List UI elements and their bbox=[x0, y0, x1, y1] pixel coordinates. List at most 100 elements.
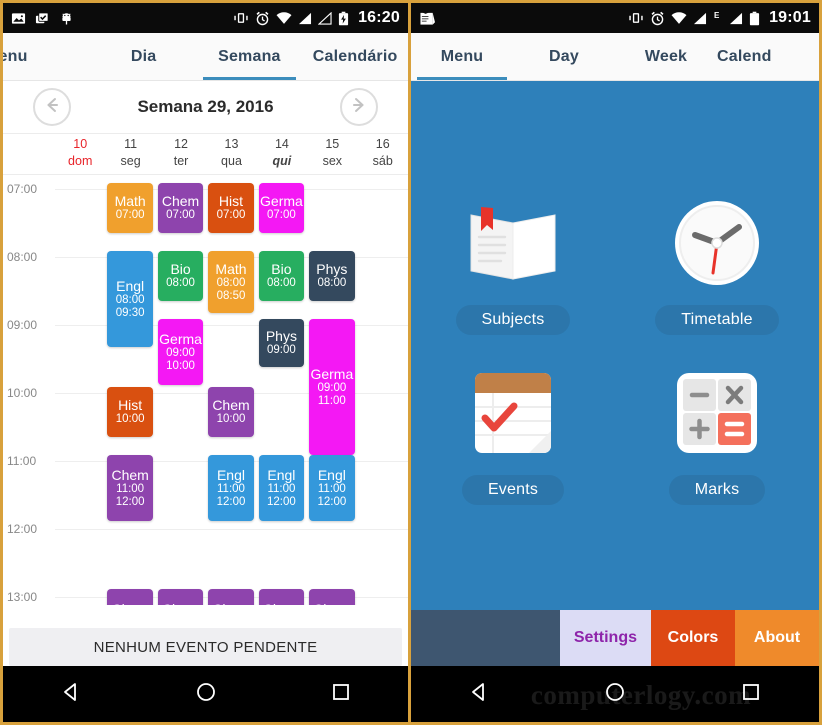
timetable-event[interactable]: Germa 09:00 10:00 bbox=[157, 319, 204, 385]
menu-tile-events[interactable]: Events bbox=[433, 361, 593, 505]
timetable-event[interactable]: Bio 08:00 bbox=[157, 251, 204, 301]
next-week-button[interactable] bbox=[340, 88, 378, 126]
timetable-event[interactable]: Engl 11:00 12:00 bbox=[208, 455, 254, 521]
tab-semana[interactable]: Semana bbox=[197, 33, 303, 80]
day-header-sex[interactable]: 15 sex bbox=[307, 134, 357, 174]
event-title: Germa bbox=[310, 365, 354, 382]
previous-week-button[interactable] bbox=[33, 88, 71, 126]
tab-dia[interactable]: Dia bbox=[91, 33, 197, 80]
nav-recents-button[interactable] bbox=[313, 674, 369, 714]
tab-calendario[interactable]: Calendário bbox=[302, 33, 408, 80]
event-end-time: 12:00 bbox=[317, 496, 347, 509]
tab-calendario-label: Calendário bbox=[312, 47, 398, 65]
timetable-event[interactable]: Chem bbox=[309, 589, 355, 605]
event-title: Engl bbox=[267, 466, 296, 483]
event-end-time: 09:30 bbox=[115, 307, 145, 320]
event-title: Hist bbox=[218, 193, 244, 210]
day-number: 14 bbox=[274, 137, 289, 151]
timetable-event[interactable]: Chem bbox=[157, 589, 204, 605]
timetable-event[interactable]: Phys 08:00 bbox=[309, 251, 355, 301]
event-start-time: 11:00 bbox=[317, 482, 346, 495]
event-title: Germa bbox=[159, 330, 202, 347]
day-header-dom[interactable]: 10 dom bbox=[55, 134, 105, 174]
tab-day-label: Day bbox=[549, 47, 579, 65]
timetable-event[interactable]: Chem 11:00 12:00 bbox=[107, 455, 153, 521]
nav-recents-button[interactable] bbox=[723, 674, 779, 714]
nav-home-button[interactable] bbox=[587, 674, 643, 714]
event-title: Bio bbox=[271, 261, 292, 278]
hour-label: 09:00 bbox=[7, 318, 38, 332]
tab-menu[interactable]: Menu bbox=[411, 33, 513, 80]
timetable-event[interactable]: Hist 10:00 bbox=[107, 387, 153, 437]
pending-events-notice[interactable]: NENHUM EVENTO PENDENTE bbox=[9, 628, 402, 666]
timetable-event[interactable]: Phys 09:00 bbox=[258, 319, 305, 367]
vibrate-icon bbox=[233, 11, 249, 25]
tab-semana-label: Semana bbox=[218, 47, 281, 65]
timetable-event[interactable]: Chem 07:00 bbox=[157, 183, 204, 233]
event-start-time: 08:00 bbox=[166, 277, 195, 290]
day-name: seg bbox=[120, 153, 141, 168]
tab-day[interactable]: Day bbox=[513, 33, 615, 80]
event-start-time: 08:00 bbox=[216, 276, 246, 289]
day-header-ter[interactable]: 12 ter bbox=[156, 134, 206, 174]
settings-button[interactable]: Settings bbox=[559, 610, 651, 666]
hour-label: 08:00 bbox=[7, 250, 38, 264]
day-number: 15 bbox=[325, 137, 340, 151]
edge-icon: E bbox=[713, 11, 723, 25]
alarm-icon bbox=[255, 11, 270, 26]
event-start-time: 11:00 bbox=[116, 482, 145, 495]
tab-week[interactable]: Week bbox=[615, 33, 717, 80]
timetable-event[interactable]: Chem 10:00 bbox=[208, 387, 254, 437]
event-start-time: 08:00 bbox=[115, 293, 145, 306]
timetable-event[interactable]: Engl 11:00 12:00 bbox=[258, 455, 305, 521]
timetable-event[interactable]: Germa 07:00 bbox=[258, 183, 305, 233]
event-title: Chem bbox=[111, 601, 148, 605]
event-start-time: 10:00 bbox=[115, 413, 145, 426]
wifi-icon bbox=[671, 11, 687, 25]
event-end-time: 08:50 bbox=[216, 290, 246, 303]
event-start-time: 09:00 bbox=[166, 346, 195, 359]
menu-tile-timetable[interactable]: Timetable bbox=[637, 191, 797, 335]
timetable-event[interactable]: Hist 07:00 bbox=[208, 183, 254, 233]
left-clock-time: 16:20 bbox=[358, 9, 400, 26]
menu-tile-subjects[interactable]: Subjects bbox=[433, 191, 593, 335]
about-button[interactable]: About bbox=[735, 610, 819, 666]
event-start-time: 08:00 bbox=[317, 277, 347, 290]
day-name: ter bbox=[173, 153, 189, 168]
day-number: 12 bbox=[174, 137, 188, 151]
tab-menu[interactable]: Menu bbox=[3, 33, 91, 80]
day-header-qua[interactable]: 13 qua bbox=[206, 134, 256, 174]
android-debug-icon bbox=[59, 11, 74, 26]
day-header-sab[interactable]: 16 sáb bbox=[358, 134, 408, 174]
day-number: 11 bbox=[124, 137, 138, 151]
home-icon bbox=[604, 681, 626, 708]
event-start-time: 07:00 bbox=[267, 209, 296, 222]
event-start-time: 07:00 bbox=[166, 209, 195, 222]
timetable-event[interactable]: Math 07:00 bbox=[107, 183, 153, 233]
timetable-event[interactable]: Engl 11:00 12:00 bbox=[309, 455, 355, 521]
timetable-event[interactable]: Germa 09:00 11:00 bbox=[309, 319, 355, 455]
menu-tile-marks[interactable]: Marks bbox=[637, 361, 797, 505]
nav-back-button[interactable] bbox=[451, 674, 507, 714]
image-icon bbox=[11, 11, 26, 26]
signal-icon bbox=[693, 12, 707, 25]
menu-tile-label: Events bbox=[461, 475, 565, 505]
timetable-event[interactable]: Chem bbox=[208, 589, 254, 605]
timetable-event[interactable]: Chem bbox=[107, 589, 153, 605]
colors-button[interactable]: Colors bbox=[651, 610, 735, 666]
nav-back-button[interactable] bbox=[43, 674, 99, 714]
timetable-event[interactable]: Engl 08:00 09:30 bbox=[107, 251, 153, 347]
timetable-event[interactable]: Math 08:00 08:50 bbox=[208, 251, 254, 313]
nav-home-button[interactable] bbox=[178, 674, 234, 714]
day-header-seg[interactable]: 11 seg bbox=[105, 134, 155, 174]
day-header-qui[interactable]: 14 qui bbox=[257, 134, 307, 174]
event-start-time: 08:00 bbox=[267, 277, 296, 290]
week-timetable-grid[interactable]: 07:00 08:00 09:00 10:00 11:00 12:00 13:00 Math 0… bbox=[3, 175, 408, 605]
tab-calendar[interactable]: Calend bbox=[717, 33, 819, 80]
event-title: Math bbox=[114, 193, 146, 210]
event-title: Engl bbox=[216, 466, 245, 483]
timetable-event[interactable]: Bio 08:00 bbox=[258, 251, 305, 301]
timetable-event[interactable]: Chem bbox=[258, 589, 305, 605]
event-title: Engl bbox=[116, 277, 145, 294]
day-name: qui bbox=[272, 153, 292, 168]
